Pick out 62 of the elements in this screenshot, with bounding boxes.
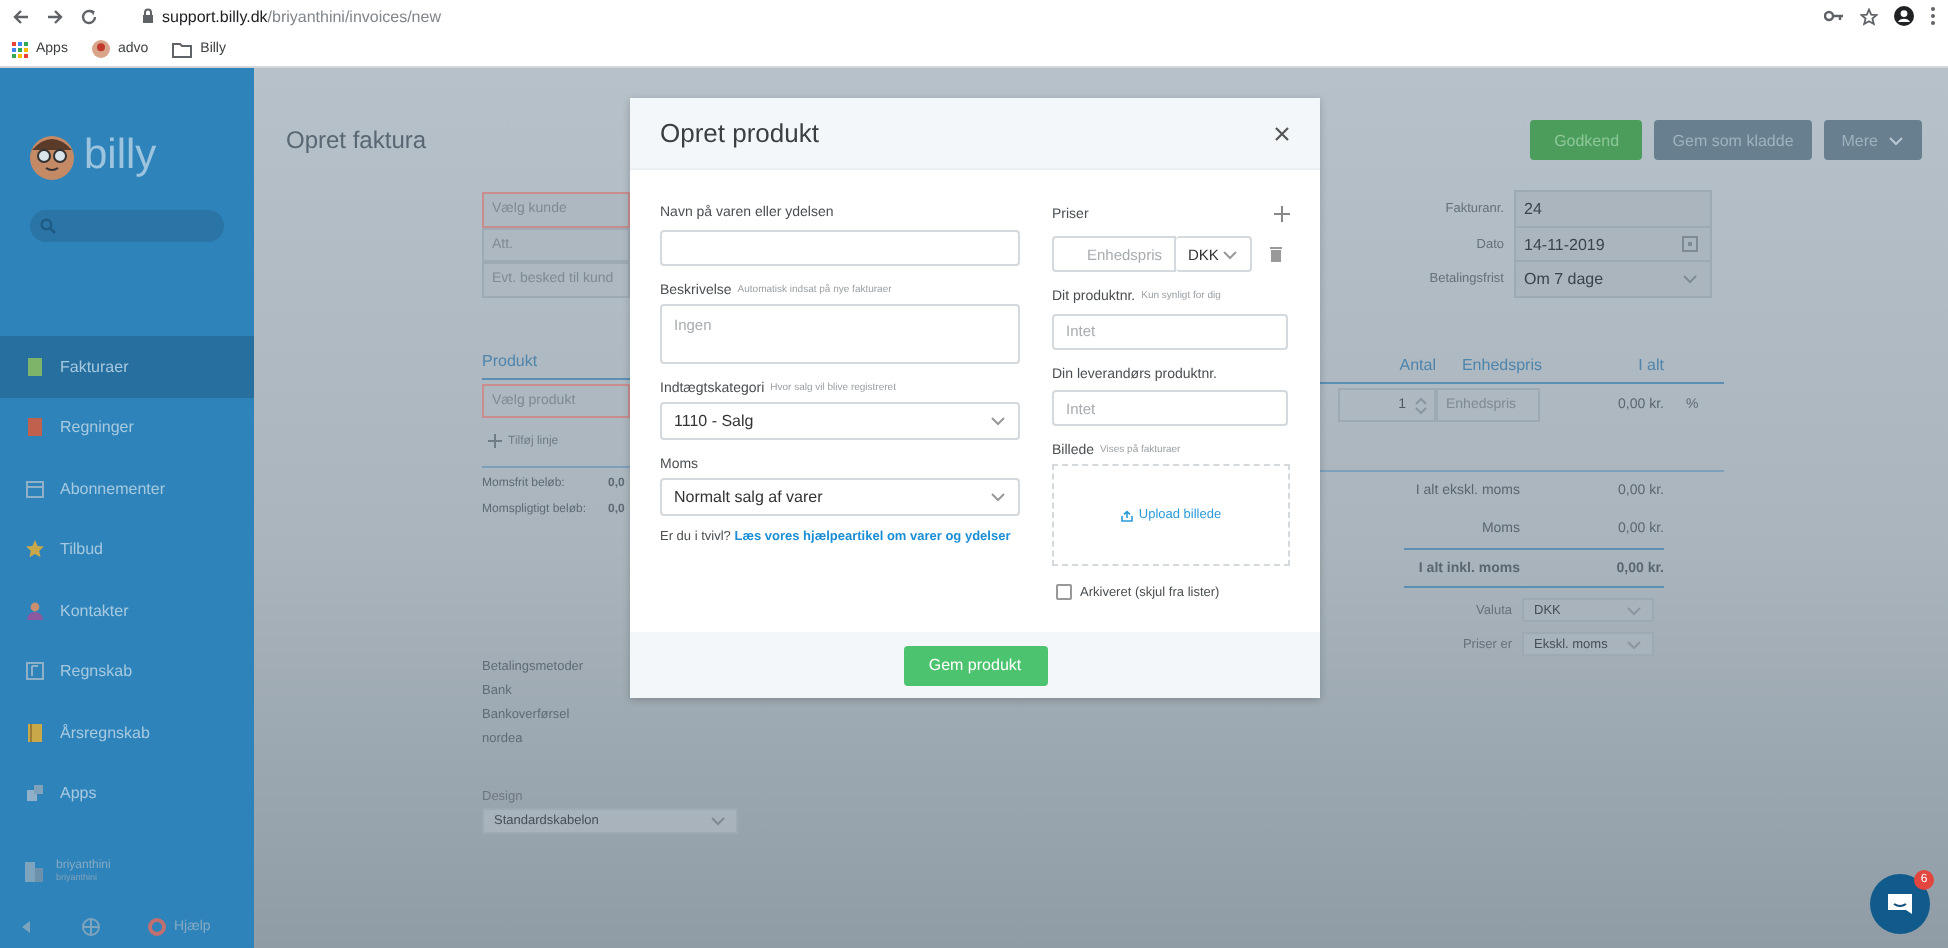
sidebar-item[interactable]: Abonnementer xyxy=(0,458,254,519)
sidebar-item[interactable]: Regnskab xyxy=(0,641,254,702)
document-icon xyxy=(26,357,44,376)
menu-icon[interactable] xyxy=(1930,6,1936,26)
lock-icon xyxy=(142,8,154,24)
profile-icon[interactable] xyxy=(1894,6,1914,26)
person-icon xyxy=(26,601,44,620)
caret-icon xyxy=(1682,274,1698,285)
plus-icon[interactable] xyxy=(1274,206,1290,222)
dropdown-field[interactable]: Normalt salg af varer xyxy=(660,477,1020,515)
sidebar-item[interactable]: Årsregnskab xyxy=(0,702,254,763)
search-field[interactable] xyxy=(30,210,224,242)
caret-icon xyxy=(990,415,1006,425)
caret-icon xyxy=(1222,249,1238,259)
apps-grid-icon xyxy=(12,41,28,57)
back-icon[interactable] xyxy=(12,7,30,25)
address-bar-url[interactable]: support.billy.dk/briyanthini/invoices/new xyxy=(162,7,441,25)
caret-icon xyxy=(990,491,1006,501)
caret-icon xyxy=(1626,639,1642,650)
upload-icon xyxy=(1120,509,1135,521)
dropdown-field[interactable]: 1110 - Salg xyxy=(660,401,1020,439)
sidebar-item[interactable]: Tilbud xyxy=(0,519,254,580)
caret-icon xyxy=(1626,605,1642,616)
trash-icon[interactable] xyxy=(1270,246,1282,262)
document-icon xyxy=(26,418,44,437)
lifebuoy-icon xyxy=(148,917,166,935)
mascot-icon xyxy=(28,132,76,180)
building-icon xyxy=(24,858,44,882)
column-header: Antal xyxy=(1397,356,1436,375)
due-date-select[interactable]: Om 7 dage xyxy=(1514,260,1712,299)
folder-icon xyxy=(172,41,193,57)
key-icon[interactable] xyxy=(1824,10,1844,22)
plus-icon xyxy=(488,434,502,448)
calendar-icon xyxy=(1682,236,1698,253)
sidebar-item[interactable]: Apps xyxy=(0,763,254,824)
invoice-number-field[interactable]: 24 xyxy=(1514,190,1712,228)
calendar-icon xyxy=(26,479,44,498)
star-icon[interactable] xyxy=(1860,7,1878,25)
sidebar-item[interactable]: Regninger xyxy=(0,397,254,458)
column-header: Enhedspris xyxy=(1459,356,1542,375)
sidebar-item[interactable]: Kontakter xyxy=(0,580,254,641)
puzzle-icon xyxy=(26,784,44,803)
close-icon[interactable] xyxy=(1274,125,1290,141)
text-field[interactable] xyxy=(660,229,1020,265)
book-icon xyxy=(26,723,44,742)
star-icon xyxy=(26,540,44,559)
stepper-icon xyxy=(1414,395,1428,416)
approve-button[interactable]: Godkend xyxy=(1530,120,1643,160)
chat-icon xyxy=(1886,891,1914,917)
reload-icon[interactable] xyxy=(80,7,98,25)
avatar-icon xyxy=(91,40,110,58)
archived-checkbox[interactable] xyxy=(1056,584,1072,600)
page-title: Opret faktura xyxy=(286,126,427,154)
sidebar-item[interactable]: Fakturaer xyxy=(0,336,254,397)
dialog-title: Opret produkt xyxy=(660,118,819,148)
forward-icon[interactable] xyxy=(46,7,64,25)
search-icon xyxy=(40,218,56,234)
caret-icon xyxy=(710,815,726,825)
save-product-button[interactable]: Gem produkt xyxy=(903,645,1047,685)
logo-text: billy xyxy=(84,130,157,182)
caret-icon xyxy=(1888,135,1904,145)
column-header: I alt xyxy=(1636,356,1664,375)
